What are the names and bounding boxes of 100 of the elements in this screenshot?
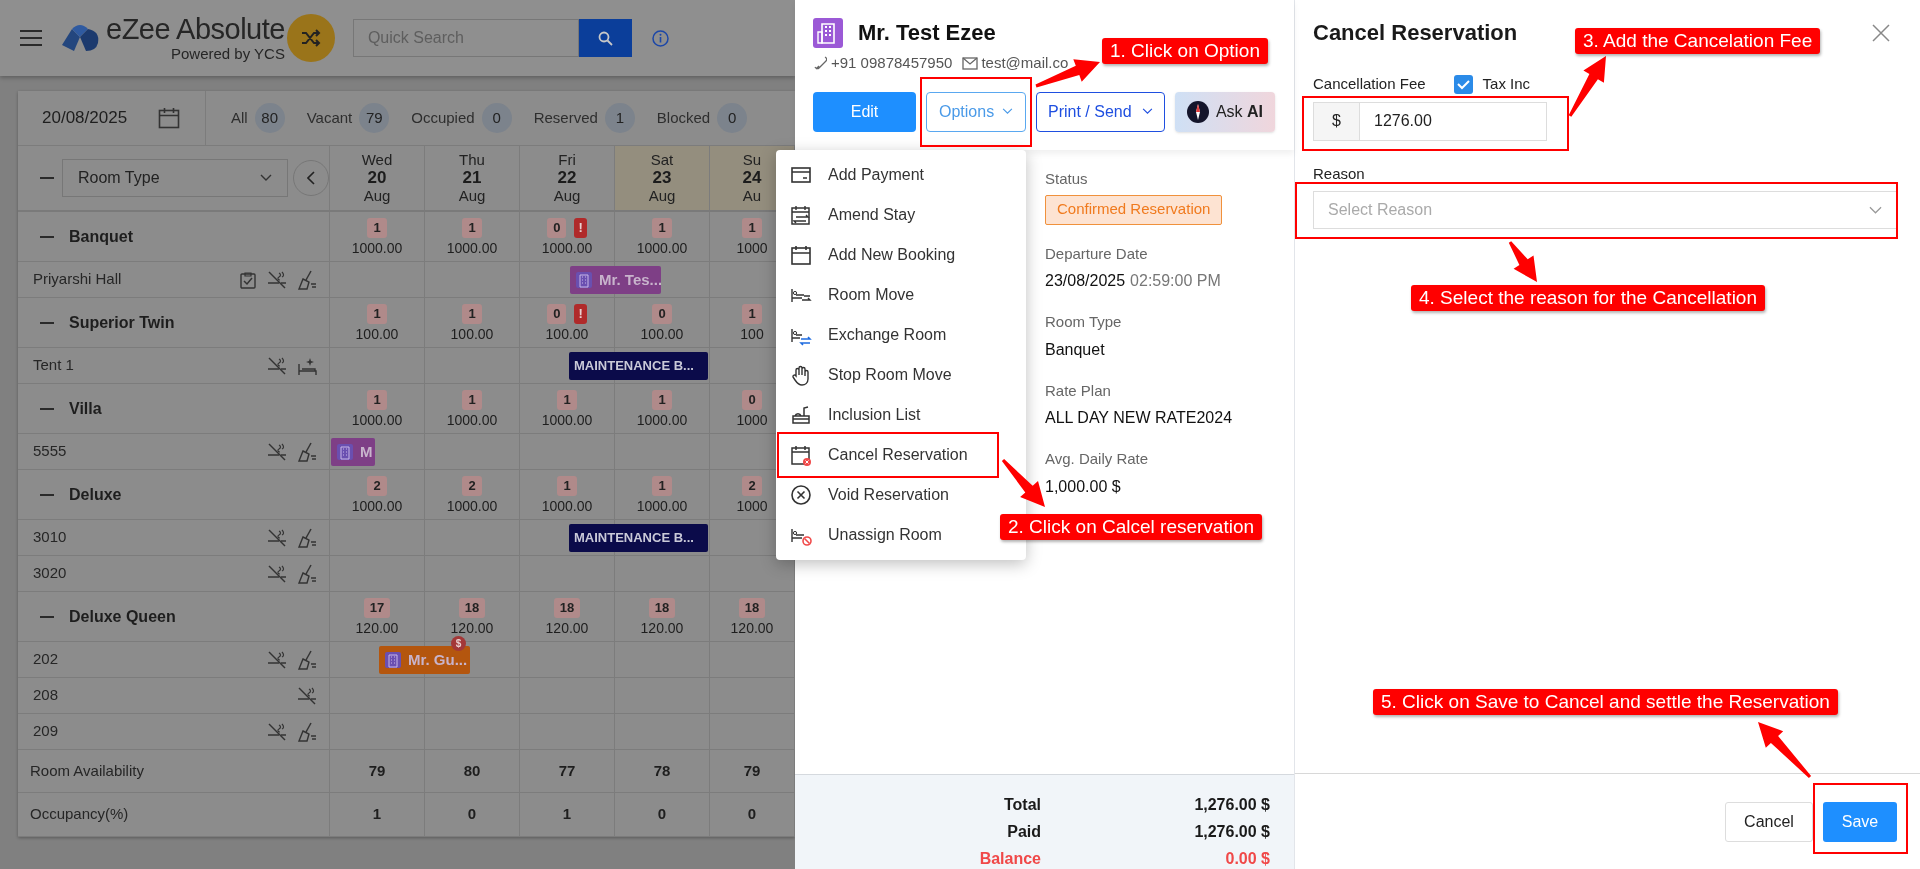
summary-value: 1 [562,804,572,825]
menu-item[interactable]: Unassign Room [780,515,996,555]
summary-value: 1 [372,804,382,825]
menu-icon[interactable] [20,29,42,47]
availability-badge: 2 [742,475,762,496]
rate-text: 1000.00 [351,411,403,428]
filter-label[interactable]: Vacant [306,106,353,130]
menu-item[interactable]: Stop Room Move [780,355,996,395]
rate-text: 120.00 [355,619,399,636]
cancel-button[interactable]: Cancel [1725,801,1813,842]
search-button[interactable] [578,19,632,57]
rate-text: 100.00 [450,325,494,342]
phone-number: +91 09878457950 [831,53,953,73]
rate-text: 1000.00 [351,239,403,256]
collapse-icon[interactable] [40,407,54,410]
booking-bar[interactable]: MAINTENANCE B... [569,352,708,380]
total-value: 1,276.00 $ [1193,795,1270,815]
checkbox[interactable] [1453,74,1473,94]
collapse-icon[interactable] [40,615,54,618]
availability-badge: 1 [742,217,762,238]
callout-label: 3. Add the Cancelation Fee [1575,28,1821,54]
room-type-name: Villa [69,398,102,419]
room-name: 3020 [33,563,67,584]
booking-bar[interactable]: M [331,438,375,466]
no-smoking-icon [267,355,287,376]
shuffle-icon [300,29,321,47]
weekday-text: Su [742,151,762,169]
summary-value: 78 [653,760,671,781]
close-icon [790,484,812,506]
rate-text: 1000 [736,411,768,428]
fee-input[interactable]: 1276.00 [1360,101,1547,141]
room-type-name: Superior Twin [69,312,175,333]
menu-item[interactable]: Add New Booking [780,235,996,275]
total-label: Total [1002,795,1041,815]
checkbox-label: Tax Inc [1482,74,1531,94]
calendar-icon[interactable] [158,107,180,129]
rate-text: 1000.00 [636,239,688,256]
field-label: Room Type [1045,312,1123,332]
broom-icon [297,269,317,290]
rate-text: 120.00 [450,619,494,636]
menu-item[interactable]: Add Payment [780,155,996,195]
room-name: 202 [33,649,59,670]
collapse-icon[interactable] [40,493,54,496]
availability-badge: 18 [738,597,766,618]
menu-item[interactable]: Amend Stay [780,195,996,235]
availability-badge: 1 [652,475,672,496]
filter-label[interactable]: All [231,106,248,130]
menu-item[interactable]: Room Move [780,275,996,315]
rate-text: 100.00 [355,325,399,342]
menu-item[interactable]: Void Reservation [780,475,996,515]
status-badge: Confirmed Reservation [1045,194,1223,225]
arrow [1758,722,1812,778]
no-smoking-icon [267,721,287,742]
rate-text: 1000.00 [446,239,498,256]
ask-ai-button[interactable]: Ask AI [1175,91,1275,132]
field-label: Avg. Daily Rate [1045,449,1150,469]
availability-badge: 1 [742,303,762,324]
no-smoking-icon [267,649,287,670]
shuffle-button[interactable] [286,14,335,62]
booking-bar[interactable]: Mr. Tes... [570,266,661,294]
count-badge: 79 [359,103,390,133]
filter-label[interactable]: Occupied [411,106,475,130]
arrow [1001,459,1045,507]
field-label: Cancellation Fee [1313,74,1426,94]
date-text: 21 [462,169,482,187]
collapse-icon[interactable] [40,235,54,238]
compass-icon [1186,100,1209,123]
logo-title: eZee Absolute [106,14,285,45]
menu-item[interactable]: Inclusion List [780,395,996,435]
weekday-text: Thu [459,151,485,169]
close-icon[interactable] [1872,23,1890,42]
alert-badge: ! [574,217,587,238]
callout-label: 1. Click on Option [1102,38,1268,64]
room-type-select[interactable]: Room Type [62,159,288,197]
checklist-icon [239,270,257,289]
month-text: Aug [458,187,486,205]
availability-badge: 17 [363,597,391,618]
month-text: Aug [363,187,391,205]
filter-label[interactable]: Blocked [656,106,711,130]
callout-label: 2. Click on Calcel reservation [1000,514,1263,540]
info-icon[interactable] [651,29,669,47]
previous-button[interactable] [293,160,329,196]
menu-item[interactable]: Cancel Reservation [780,435,996,475]
month-text: Au [742,187,762,205]
rate-text: 100 [740,325,764,342]
no-smoking-icon [297,685,317,706]
availability-badge: 0 [652,303,672,324]
menu-item[interactable]: Exchange Room [780,315,996,355]
callout-label: 5. Click on Save to Cancel and settle the Reservation [1373,689,1838,715]
search-icon [597,30,613,46]
field-value: 1,000.00 $ [1045,476,1121,497]
collapse-icon[interactable] [40,321,54,324]
booking-bar[interactable]: MAINTENANCE B... [569,524,708,552]
room-type-name: Deluxe [69,484,122,505]
toolbar-button[interactable]: Print / Send [1036,91,1165,132]
filter-label[interactable]: Reserved [533,106,598,130]
no-smoking-icon [267,269,287,290]
weekday-text: Sat [650,151,674,169]
count-badge: 1 [604,103,635,133]
check-icon [1456,78,1470,90]
